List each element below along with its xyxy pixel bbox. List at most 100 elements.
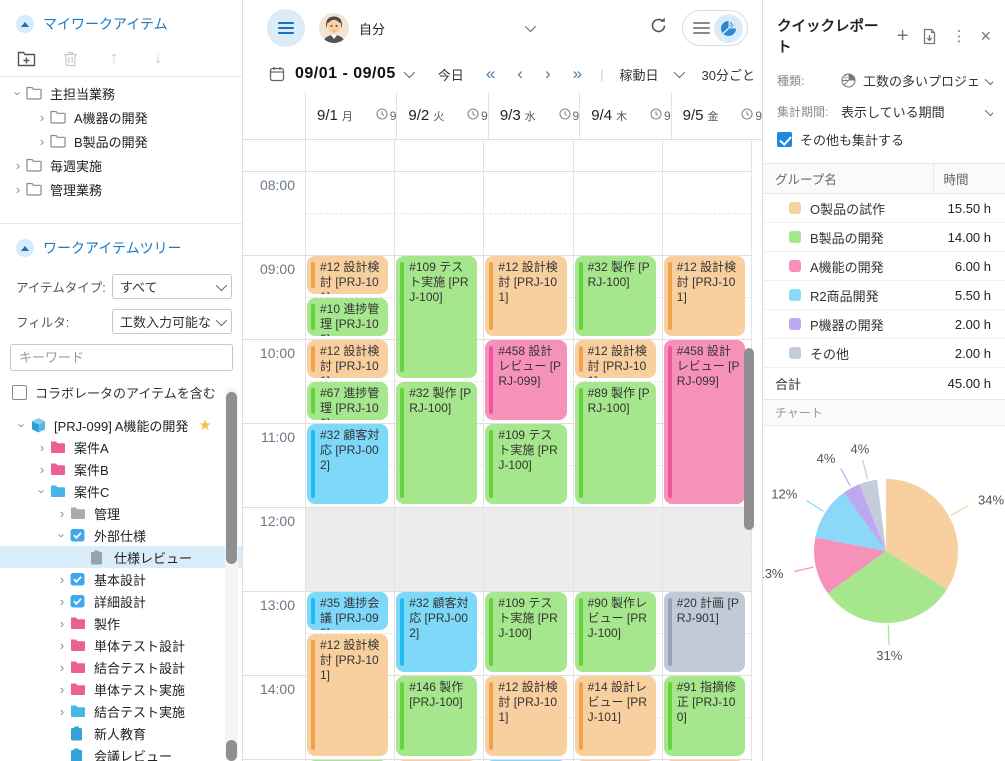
calendar-event[interactable]: #32 製作 [PRJ-100]: [396, 382, 477, 504]
calendar-event[interactable]: #32 顧客対応 [PRJ-002]: [396, 592, 477, 672]
chevron-expanded-icon[interactable]: ›: [56, 527, 69, 543]
interval-select[interactable]: 30分ごと: [702, 65, 755, 84]
day-header[interactable]: 9/3水9: [488, 92, 579, 139]
chevron-collapsed-icon[interactable]: ›: [34, 135, 50, 148]
calendar-event[interactable]: #109 テスト実施 [PRJ-100]: [396, 256, 477, 378]
work-item-tree-item[interactable]: ›単体テスト設計: [0, 634, 242, 656]
calendar-event[interactable]: #146 製作 [PRJ-100]: [396, 676, 477, 756]
refresh-button[interactable]: [649, 16, 668, 40]
my-work-items-item[interactable]: ›管理業務: [0, 177, 242, 201]
chevron-collapsed-icon[interactable]: ›: [54, 573, 70, 586]
calendar-event[interactable]: #109 テスト実施 [PRJ-100]: [485, 592, 566, 672]
report-table-row[interactable]: B製品の開発14.00 h: [763, 223, 1005, 252]
calendar-event[interactable]: #14 設計レビュー [PRJ-101]: [575, 676, 656, 756]
report-table-row[interactable]: その他2.00 h: [763, 339, 1005, 368]
prev-day-button[interactable]: ‹: [517, 64, 523, 84]
work-item-tree-item[interactable]: ›結合テスト設計: [0, 656, 242, 678]
add-folder-icon[interactable]: [16, 48, 36, 68]
close-icon[interactable]: ×: [980, 26, 991, 47]
calendar-event[interactable]: #32 製作 [PRJ-100]: [575, 256, 656, 336]
chevron-collapsed-icon[interactable]: ›: [54, 617, 70, 630]
report-table-row[interactable]: O製品の試作15.50 h: [763, 194, 1005, 223]
report-table-row[interactable]: A機能の開発6.00 h: [763, 252, 1005, 281]
export-icon[interactable]: [922, 28, 937, 45]
work-item-tree-item[interactable]: ›案件A: [0, 436, 242, 458]
prev-week-button[interactable]: «: [486, 64, 495, 84]
calendar-event[interactable]: #89 製作 [PRJ-100]: [575, 382, 656, 504]
calendar-event[interactable]: #12 設計検討 [PRJ-101]: [575, 340, 656, 378]
next-day-button[interactable]: ›: [545, 64, 551, 84]
chevron-collapsed-icon[interactable]: ›: [54, 595, 70, 608]
sidebar-scrollbar-thumb[interactable]: [226, 392, 237, 564]
my-work-items-item[interactable]: ›毎週実施: [0, 153, 242, 177]
work-item-tree-item[interactable]: ›管理: [0, 502, 242, 524]
chevron-expanded-icon[interactable]: ›: [16, 417, 29, 433]
delete-icon[interactable]: [60, 48, 80, 68]
day-header[interactable]: 9/5金9: [671, 92, 762, 139]
calendar-event[interactable]: #12 設計検討 [PRJ-101]: [307, 634, 388, 756]
work-item-tree-item[interactable]: ›外部仕様: [0, 524, 242, 546]
calendar-event[interactable]: #458 設計レビュー [PRJ-099]: [485, 340, 566, 420]
work-item-tree-item[interactable]: ›製作: [0, 612, 242, 634]
calendar-grid[interactable]: 08:0009:0010:0011:0012:0013:0014:0015:00…: [243, 140, 762, 761]
calendar-event[interactable]: #12 設計検討 [PRJ-101]: [307, 256, 388, 294]
report-table-row[interactable]: R2商品開発5.50 h: [763, 281, 1005, 310]
view-toggle[interactable]: [682, 10, 748, 46]
next-week-button[interactable]: »: [573, 64, 582, 84]
work-item-tree-item[interactable]: ›仕様レビュー: [0, 546, 242, 568]
chevron-collapsed-icon[interactable]: ›: [54, 639, 70, 652]
chevron-collapsed-icon[interactable]: ›: [54, 507, 70, 520]
sidebar-scrollbar-thumb-bottom[interactable]: [226, 740, 237, 761]
my-work-items-item[interactable]: ›A機器の開発: [0, 105, 242, 129]
move-down-icon[interactable]: ↓: [148, 48, 168, 68]
chevron-expanded-icon[interactable]: ›: [12, 85, 25, 101]
chevron-expanded-icon[interactable]: ›: [36, 483, 49, 499]
calendar-event[interactable]: #35 進捗会議 [PRJ-099]: [307, 592, 388, 630]
day-header[interactable]: 9/2火9: [396, 92, 487, 139]
calendar-event[interactable]: #32 顧客対応 [PRJ-002]: [307, 424, 388, 504]
my-work-items-item[interactable]: ›主担当業務: [0, 81, 242, 105]
user-selector-chevron[interactable]: [525, 21, 536, 32]
work-item-tree-item[interactable]: ›案件B: [0, 458, 242, 480]
calendar-event[interactable]: #10 進捗管理 [PRJ-100]: [307, 298, 388, 336]
day-header[interactable]: 9/1月9: [305, 92, 396, 139]
collapse-section-icon[interactable]: [16, 239, 34, 257]
work-item-tree-item[interactable]: ›単体テスト実施: [0, 678, 242, 700]
today-button[interactable]: 今日: [438, 65, 464, 84]
list-view-icon[interactable]: [693, 22, 710, 34]
favorite-star-icon[interactable]: ★: [198, 416, 211, 434]
chevron-collapsed-icon[interactable]: ›: [54, 661, 70, 674]
calendar-event[interactable]: #458 設計レビュー [PRJ-099]: [664, 340, 745, 504]
calendar-event[interactable]: #12 設計検討 [PRJ-101]: [664, 256, 745, 336]
work-item-tree-item[interactable]: ›[PRJ-099] A機能の開発★: [0, 414, 242, 436]
chevron-collapsed-icon[interactable]: ›: [34, 441, 50, 454]
calendar-event[interactable]: #109 テスト実施 [PRJ-100]: [485, 424, 566, 504]
collaborator-checkbox[interactable]: [12, 385, 27, 400]
work-item-tree-item[interactable]: ›結合テスト実施: [0, 700, 242, 722]
filter-select[interactable]: 工数入力可能な: [112, 309, 232, 334]
work-item-tree-item[interactable]: ›新人教育: [0, 722, 242, 744]
chevron-collapsed-icon[interactable]: ›: [10, 183, 26, 196]
calendar-event[interactable]: #12 設計検討 [PRJ-101]: [307, 340, 388, 378]
report-period-select[interactable]: 表示している期間: [841, 102, 993, 121]
chevron-collapsed-icon[interactable]: ›: [10, 159, 26, 172]
report-view-button[interactable]: [714, 14, 743, 43]
chevron-collapsed-icon[interactable]: ›: [54, 683, 70, 696]
add-icon[interactable]: +: [897, 26, 909, 46]
menu-button[interactable]: [267, 9, 305, 47]
date-range-chevron[interactable]: [404, 67, 415, 78]
kebab-menu-icon[interactable]: ⋮: [951, 27, 966, 45]
calendar-event[interactable]: #90 製作レビュー [PRJ-100]: [575, 592, 656, 672]
work-item-tree-item[interactable]: ›会議レビュー: [0, 744, 242, 761]
others-checkbox[interactable]: [777, 132, 792, 147]
move-up-icon[interactable]: ↑: [104, 48, 124, 68]
calendar-event[interactable]: #91 指摘修正 [PRJ-100]: [664, 676, 745, 756]
calendar-event[interactable]: #12 設計検討 [PRJ-101]: [485, 256, 566, 336]
my-work-items-item[interactable]: ›B製品の開発: [0, 129, 242, 153]
calendar-event[interactable]: #20 計画 [PRJ-901]: [664, 592, 745, 672]
work-item-tree-item[interactable]: ›案件C: [0, 480, 242, 502]
chevron-collapsed-icon[interactable]: ›: [34, 111, 50, 124]
calendar-event[interactable]: #12 設計検討 [PRJ-101]: [485, 676, 566, 756]
report-type-select[interactable]: 工数の多いプロジェク: [841, 71, 993, 90]
chevron-collapsed-icon[interactable]: ›: [54, 705, 70, 718]
